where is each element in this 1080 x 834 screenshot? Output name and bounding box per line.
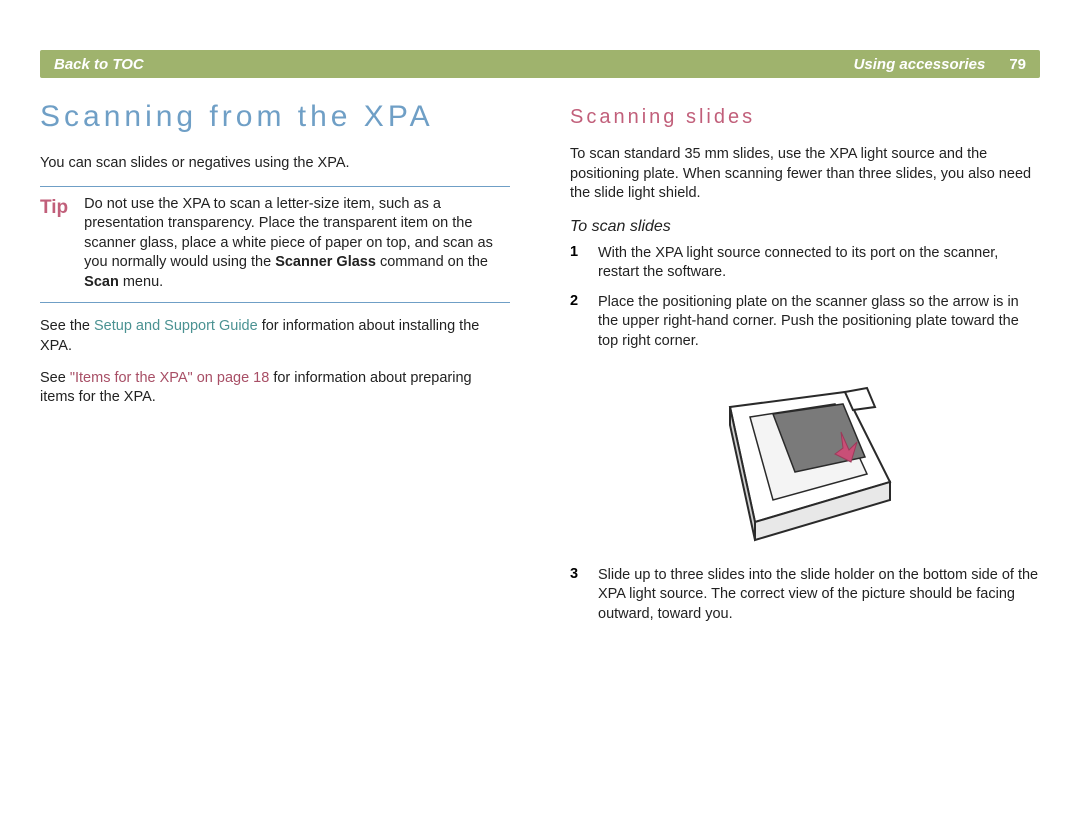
section-title: Scanning slides [570,106,1040,129]
tip-block: Tip Do not use the XPA to scan a letter-… [40,186,510,304]
intro-text: You can scan slides or negatives using t… [40,154,510,174]
items-for-xpa-link[interactable]: "Items for the XPA" on page 18 [70,370,269,386]
para2-pre: See the [40,318,94,334]
section-label: Using accessories [854,56,986,73]
tip-bold-2: Scan [84,274,119,290]
left-column: Scanning from the XPA You can scan slide… [40,100,510,634]
tip-text-post: menu. [119,274,163,290]
page-title: Scanning from the XPA [40,100,510,134]
step-number: 1 [570,244,598,283]
para-items-xpa: See "Items for the XPA" on page 18 for i… [40,369,510,408]
steps-list: 1 With the XPA light source connected to… [570,244,1040,352]
para-setup-guide: See the Setup and Support Guide for info… [40,317,510,356]
para3-pre: See [40,370,70,386]
header-bar: Back to TOC Using accessories 79 [40,50,1040,78]
back-to-toc-link[interactable]: Back to TOC [54,56,144,73]
step-text: Slide up to three slides into the slide … [598,566,1040,625]
step-number: 2 [570,293,598,352]
step-number: 3 [570,566,598,625]
setup-support-guide-link[interactable]: Setup and Support Guide [94,318,258,334]
steps-list-continued: 3 Slide up to three slides into the slid… [570,566,1040,625]
scanner-illustration [695,362,915,552]
step-text: Place the positioning plate on the scann… [598,293,1040,352]
step-item: 1 With the XPA light source connected to… [570,244,1040,283]
right-column: Scanning slides To scan standard 35 mm s… [570,100,1040,634]
page-number: 79 [1009,56,1026,73]
tip-bold-1: Scanner Glass [275,254,376,270]
tip-text-mid: command on the [376,254,488,270]
tip-text: Do not use the XPA to scan a letter-size… [84,195,510,293]
section-intro: To scan standard 35 mm slides, use the X… [570,145,1040,204]
tip-label: Tip [40,195,68,293]
step-item: 2 Place the positioning plate on the sca… [570,293,1040,352]
step-text: With the XPA light source connected to i… [598,244,1040,283]
procedure-title: To scan slides [570,218,1040,236]
step-item: 3 Slide up to three slides into the slid… [570,566,1040,625]
